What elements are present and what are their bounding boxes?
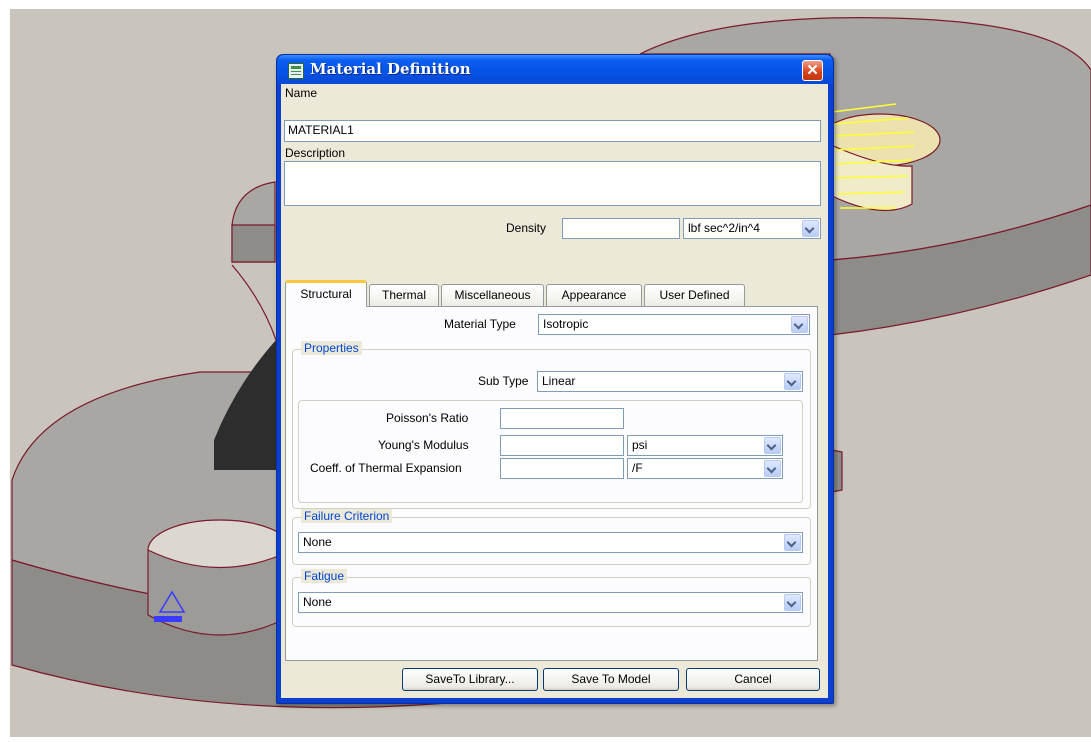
fatigue-group: Fatigue None: [292, 569, 811, 627]
material-definition-dialog: Material Definition ✕ Name MATERIAL1 Des…: [276, 54, 834, 704]
description-label: Description: [285, 146, 346, 160]
youngs-modulus-label: Young's Modulus: [378, 438, 469, 452]
material-type-value: Isotropic: [543, 317, 589, 331]
thermal-expansion-label: Coeff. of Thermal Expansion: [310, 461, 462, 475]
tab-thermal[interactable]: Thermal: [369, 284, 439, 306]
chevron-down-icon[interactable]: [764, 460, 781, 477]
tab-miscellaneous[interactable]: Miscellaneous: [441, 284, 544, 306]
chevron-down-icon[interactable]: [791, 316, 808, 333]
properties-group-caption: Properties: [301, 341, 362, 355]
dialog-client-area: Name MATERIAL1 Description Density lbf s…: [281, 84, 828, 698]
close-icon: ✕: [806, 62, 819, 79]
failure-criterion-group: Failure Criterion None: [292, 509, 811, 565]
thermal-expansion-field[interactable]: [500, 458, 624, 479]
poisson-ratio-label: Poisson's Ratio: [386, 411, 469, 425]
thermal-expansion-unit-dropdown[interactable]: /F: [627, 458, 783, 479]
youngs-modulus-unit: psi: [632, 438, 648, 452]
tab-user-defined[interactable]: User Defined: [644, 284, 745, 306]
material-icon: [288, 63, 304, 79]
dialog-title: Material Definition: [310, 60, 471, 78]
failure-criterion-dropdown[interactable]: None: [298, 532, 803, 553]
cad-viewport[interactable]: Material Definition ✕ Name MATERIAL1 Des…: [0, 0, 1091, 742]
description-field[interactable]: [284, 161, 821, 206]
fatigue-value: None: [303, 595, 332, 609]
density-unit-dropdown[interactable]: lbf sec^2/in^4: [683, 218, 821, 239]
chevron-down-icon[interactable]: [784, 373, 801, 390]
material-type-dropdown[interactable]: Isotropic: [538, 314, 810, 335]
material-type-label: Material Type: [444, 317, 516, 331]
youngs-modulus-unit-dropdown[interactable]: psi: [627, 435, 783, 456]
thermal-expansion-unit: /F: [632, 461, 643, 475]
fatigue-caption: Fatigue: [301, 569, 348, 583]
middle-plate-wall: [231, 224, 276, 263]
dialog-title-bar[interactable]: Material Definition ✕: [277, 55, 833, 84]
tab-structural[interactable]: Structural: [285, 280, 367, 307]
name-label: Name: [285, 86, 318, 100]
save-to-library-button[interactable]: SaveTo Library...: [402, 668, 538, 691]
name-field[interactable]: MATERIAL1: [284, 120, 821, 142]
tab-appearance[interactable]: Appearance: [546, 284, 642, 306]
linear-properties-box: Poisson's Ratio Young's Modulus psi Coef…: [298, 400, 803, 503]
cancel-button[interactable]: Cancel: [686, 668, 820, 691]
sub-type-value: Linear: [542, 374, 576, 388]
chevron-down-icon[interactable]: [784, 594, 801, 611]
save-to-model-button[interactable]: Save To Model: [543, 668, 679, 691]
sub-type-dropdown[interactable]: Linear: [537, 371, 803, 392]
density-label: Density: [506, 221, 547, 235]
chevron-down-icon[interactable]: [764, 437, 781, 454]
poisson-ratio-field[interactable]: [500, 408, 624, 429]
failure-criterion-caption: Failure Criterion: [301, 509, 393, 523]
density-field[interactable]: [562, 218, 680, 239]
failure-criterion-value: None: [303, 535, 332, 549]
fatigue-dropdown[interactable]: None: [298, 592, 803, 613]
chevron-down-icon[interactable]: [784, 534, 801, 551]
properties-group: Properties Sub Type Linear Poisson's Rat…: [292, 341, 811, 509]
chevron-down-icon[interactable]: [802, 220, 819, 237]
structural-tab-panel: Material Type Isotropic Properties Sub T…: [285, 306, 818, 661]
close-button[interactable]: ✕: [802, 60, 823, 81]
density-unit-value: lbf sec^2/in^4: [688, 221, 760, 235]
sub-type-label: Sub Type: [478, 374, 529, 388]
youngs-modulus-field[interactable]: [500, 435, 624, 456]
